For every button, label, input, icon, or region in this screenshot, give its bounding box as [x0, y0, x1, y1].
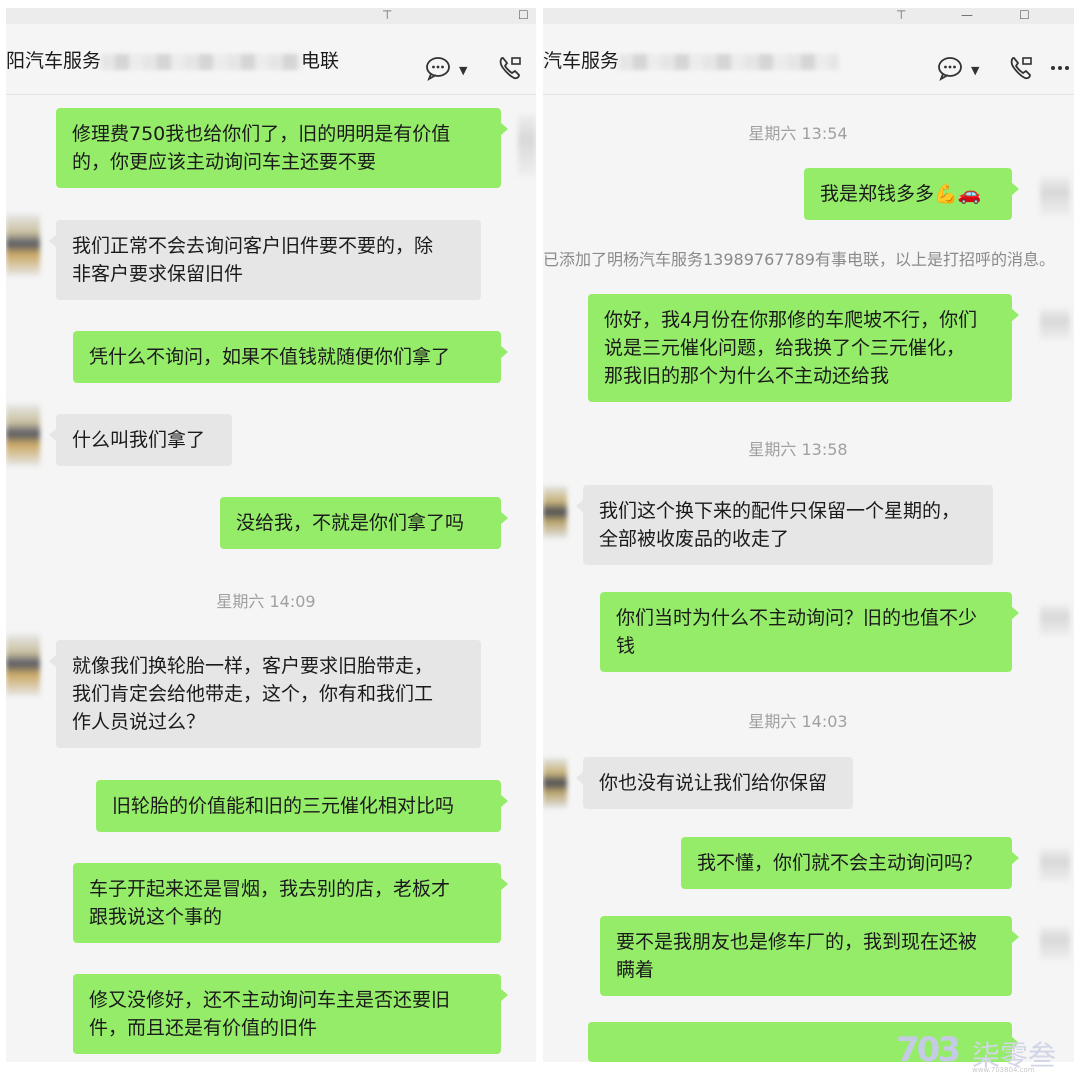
message-outgoing[interactable]: 凭什么不询问，如果不值钱就随便你们拿了	[73, 331, 508, 383]
minimize-button[interactable]: —	[961, 8, 973, 22]
message-outgoing[interactable]: 旧轮胎的价值能和旧的三元催化相对比吗	[96, 780, 508, 832]
watermark-url: www.703804.com	[972, 1066, 1035, 1074]
window-titlebar: ⊤ ☐	[6, 8, 536, 24]
avatar[interactable]	[543, 758, 567, 808]
chat-title-suffix: 电联	[301, 50, 340, 72]
chat-bubble-icon[interactable]	[424, 54, 452, 82]
redacted-name	[101, 53, 302, 70]
maximize-button[interactable]: ☐	[518, 8, 529, 22]
video-call-icon[interactable]	[496, 54, 524, 82]
video-call-icon[interactable]	[1007, 54, 1035, 82]
avatar[interactable]	[1040, 604, 1070, 636]
chat-title-prefix: 阳汽车服务	[6, 50, 102, 72]
chat-bubble-icon[interactable]	[936, 54, 964, 82]
message-incoming[interactable]: 你也没有说让我们给你保留	[576, 757, 853, 809]
chat-title: 阳汽车服务 电联	[6, 46, 339, 73]
message-outgoing[interactable]: 我是郑钱多多💪🚗	[804, 168, 1019, 220]
timestamp: 星期六 14:03	[748, 712, 848, 731]
chat-title-prefix: 汽车服务	[543, 50, 620, 72]
avatar[interactable]	[1040, 176, 1070, 216]
left-chat-window: ⊤ ☐ 阳汽车服务 电联 ▼ 修理费750我也给你们了，旧的明明是有价值 的，你更…	[6, 8, 536, 1062]
avatar[interactable]	[1040, 308, 1070, 340]
message-outgoing[interactable]: 你们当时为什么不主动询问？旧的也值不少 钱	[600, 592, 1019, 672]
timestamp: 星期六 13:54	[748, 124, 848, 143]
watermark-logo: 703	[896, 1030, 961, 1070]
avatar[interactable]	[6, 214, 40, 276]
window-titlebar: ⊤ — ☐	[543, 8, 1074, 24]
right-chat-window: ⊤ — ☐ 汽车服务 ▼ 星期六 13:54 我是郑钱多多💪🚗 已添加了明杨汽车…	[543, 8, 1074, 1062]
message-outgoing[interactable]: 修又没修好，还不主动询问车主是否还要旧 件，而且还是有价值的旧件	[73, 974, 508, 1054]
avatar[interactable]	[1040, 848, 1070, 882]
more-icon[interactable]	[1049, 54, 1071, 82]
avatar[interactable]	[543, 486, 567, 538]
message-incoming[interactable]: 什么叫我们拿了	[49, 414, 232, 466]
message-outgoing[interactable]: 你好，我4月份在你那修的车爬坡不行，你们 说是三元催化问题，给我换了个三元催化，…	[588, 294, 1019, 402]
message-outgoing[interactable]: 车子开起来还是冒烟，我去别的店，老板才 跟我说这个事的	[73, 863, 508, 943]
chevron-down-icon[interactable]: ▼	[971, 64, 979, 77]
avatar[interactable]	[1040, 926, 1070, 960]
chat-title: 汽车服务	[543, 46, 840, 73]
chevron-down-icon[interactable]: ▼	[459, 64, 467, 77]
chat-header: 阳汽车服务 电联 ▼	[6, 24, 536, 95]
message-incoming[interactable]: 我们这个换下来的配件只保留一个星期的， 全部被收废品的收走了	[576, 485, 993, 565]
avatar[interactable]	[6, 634, 40, 696]
chat-header: 汽车服务 ▼	[543, 24, 1074, 95]
message-outgoing[interactable]: 我不懂，你们就不会主动询问吗？	[681, 837, 1019, 889]
avatar[interactable]	[6, 404, 40, 466]
watermark: 703 柒零叁 www.703804.com	[896, 1030, 1056, 1074]
pin-button[interactable]: ⊤	[382, 8, 392, 22]
message-outgoing[interactable]: 没给我，不就是你们拿了吗	[220, 497, 508, 549]
message-incoming[interactable]: 就像我们换轮胎一样，客户要求旧胎带走， 我们肯定会给他带走，这个，你有和我们工 …	[49, 640, 481, 748]
avatar[interactable]	[518, 114, 536, 176]
timestamp: 星期六 14:09	[216, 592, 316, 611]
message-outgoing[interactable]: 要不是我朋友也是修车厂的，我到现在还被 瞒着	[600, 916, 1019, 996]
message-outgoing[interactable]: 修理费750我也给你们了，旧的明明是有价值 的，你更应该主动询问车主还要不要	[56, 108, 508, 188]
timestamp: 星期六 13:58	[748, 440, 848, 459]
pin-button[interactable]: ⊤	[896, 8, 906, 22]
maximize-button[interactable]: ☐	[1019, 8, 1030, 22]
system-message: 已添加了明杨汽车服务13989767789有事电联，以上是打招呼的消息。	[543, 250, 1055, 269]
redacted-name	[619, 53, 840, 70]
message-incoming[interactable]: 我们正常不会去询问客户旧件要不要的，除 非客户要求保留旧件	[49, 220, 481, 300]
